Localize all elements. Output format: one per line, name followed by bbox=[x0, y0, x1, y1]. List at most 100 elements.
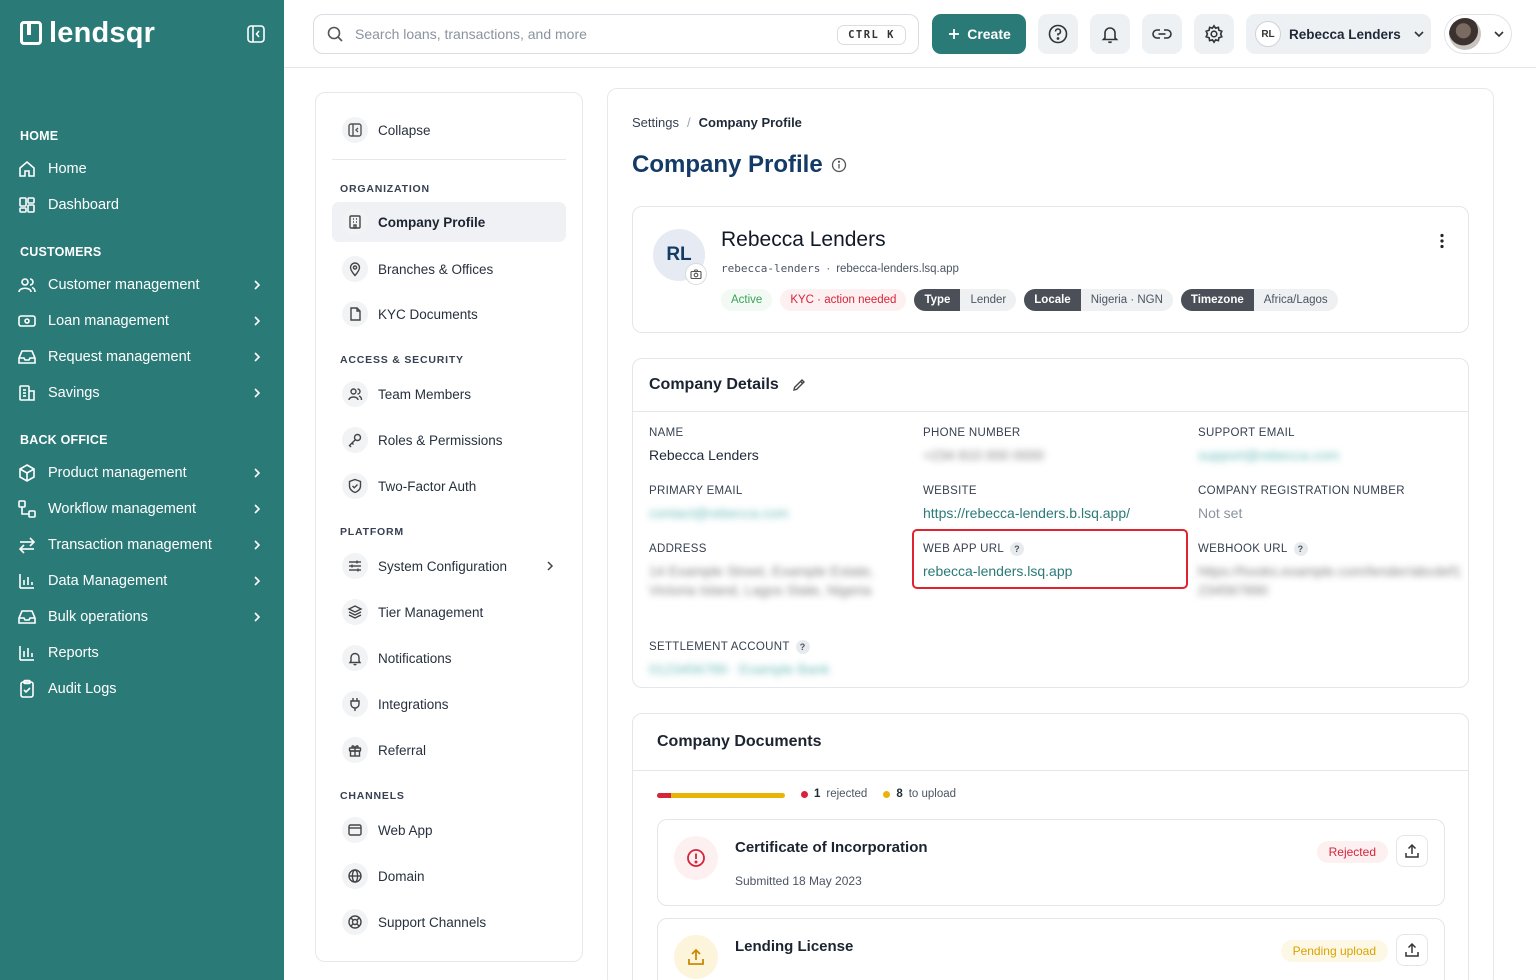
breadcrumb-settings-link[interactable]: Settings bbox=[632, 115, 679, 130]
field-registration-number: COMPANY REGISTRATION NUMBER Not set bbox=[1198, 483, 1458, 523]
settings-item-two-factor-auth[interactable]: Two-Factor Auth bbox=[332, 466, 566, 506]
settings-item-domain[interactable]: Domain bbox=[332, 856, 566, 896]
transfer-icon bbox=[16, 534, 38, 556]
settings-nav-label: Collapse bbox=[378, 122, 431, 138]
sidebar-item-transaction-management[interactable]: Transaction management bbox=[16, 529, 270, 561]
locale-badge-value: Nigeria · NGN bbox=[1080, 289, 1173, 311]
search-input[interactable]: Search loans, transactions, and more bbox=[355, 26, 587, 42]
sliders-icon bbox=[342, 553, 368, 579]
settings-item-web-app[interactable]: Web App bbox=[332, 810, 566, 850]
settings-item-kyc-documents[interactable]: KYC Documents bbox=[332, 294, 566, 334]
gear-icon bbox=[1204, 24, 1224, 44]
notifications-button[interactable] bbox=[1090, 14, 1130, 54]
website-link[interactable]: https://rebecca-lenders.b.lsq.app/ bbox=[923, 504, 1183, 523]
settings-nav-label: Two-Factor Auth bbox=[378, 478, 477, 494]
settings-item-company-profile[interactable]: Company Profile bbox=[332, 202, 566, 242]
dashboard-icon bbox=[16, 194, 38, 216]
settings-item-system-configuration[interactable]: System Configuration bbox=[332, 546, 566, 586]
sidebar-item-reports[interactable]: Reports bbox=[16, 637, 270, 669]
shield-icon bbox=[342, 473, 368, 499]
sidebar-item-data-management[interactable]: Data Management bbox=[16, 565, 270, 597]
settings-item-branches[interactable]: Branches & Offices bbox=[332, 249, 566, 289]
settings-item-integrations[interactable]: Integrations bbox=[332, 684, 566, 724]
company-details-header: Company Details bbox=[633, 359, 1468, 412]
profile-menu-button[interactable] bbox=[1444, 14, 1512, 54]
settings-item-roles-permissions[interactable]: Roles & Permissions bbox=[332, 420, 566, 460]
field-label-text: WEBHOOK URL bbox=[1198, 543, 1288, 555]
settings-nav-label: Support Channels bbox=[378, 914, 487, 930]
help-icon[interactable]: ? bbox=[795, 640, 810, 654]
breadcrumb: Settings / Company Profile bbox=[632, 115, 802, 130]
sidebar-item-request-management[interactable]: Request management bbox=[16, 341, 270, 373]
layers-icon bbox=[342, 599, 368, 625]
help-button[interactable] bbox=[1038, 14, 1078, 54]
gift-icon bbox=[342, 737, 368, 763]
users-icon bbox=[16, 274, 38, 296]
kyc-status-badge[interactable]: KYC · action needed bbox=[780, 289, 907, 311]
sidebar-section-back-office: BACK OFFICE bbox=[20, 433, 108, 447]
upload-button[interactable] bbox=[1396, 835, 1428, 867]
sidebar-item-home[interactable]: Home bbox=[16, 153, 270, 185]
organization-switcher[interactable]: RL Rebecca Lenders bbox=[1246, 14, 1431, 54]
chevron-right-icon bbox=[250, 574, 264, 588]
field-label: PHONE NUMBER bbox=[923, 427, 1021, 439]
field-value: Not set bbox=[1198, 505, 1243, 521]
documents-legend: 1 rejected 8 to upload bbox=[801, 788, 956, 800]
upload-button[interactable] bbox=[1396, 934, 1428, 966]
profile-card: RL Rebecca Lenders rebecca-lenders · reb… bbox=[632, 206, 1469, 333]
help-circle-icon bbox=[1047, 23, 1069, 45]
settings-item-notifications[interactable]: Notifications bbox=[332, 638, 566, 678]
sidebar-item-savings[interactable]: Savings bbox=[16, 377, 270, 409]
sidebar-item-label: Request management bbox=[48, 349, 191, 365]
settings-item-team-members[interactable]: Team Members bbox=[332, 374, 566, 414]
edit-pencil-icon[interactable] bbox=[791, 377, 807, 393]
field-value-redacted: contact@rebecca.com bbox=[649, 505, 789, 521]
logo-mark-icon bbox=[20, 21, 42, 45]
settings-section-channels: CHANNELS bbox=[340, 790, 405, 802]
avatar bbox=[1449, 18, 1481, 50]
sidebar-item-loan-management[interactable]: Loan management bbox=[16, 305, 270, 337]
settings-collapse-button[interactable]: Collapse bbox=[332, 110, 566, 150]
field-value: Rebecca Lenders bbox=[649, 447, 759, 463]
document-row[interactable]: Lending License Pending upload bbox=[657, 918, 1445, 980]
info-icon[interactable] bbox=[831, 157, 847, 173]
sidebar-item-bulk-operations[interactable]: Bulk operations bbox=[16, 601, 270, 633]
globe-icon bbox=[342, 863, 368, 889]
sidebar-item-workflow-management[interactable]: Workflow management bbox=[16, 493, 270, 525]
link-button[interactable] bbox=[1142, 14, 1182, 54]
sidebar-item-customer-management[interactable]: Customer management bbox=[16, 269, 270, 301]
upload-icon bbox=[1403, 941, 1421, 959]
sidebar-collapse-icon[interactable] bbox=[246, 24, 266, 44]
settings-item-referral[interactable]: Referral bbox=[332, 730, 566, 770]
inbox-icon bbox=[16, 346, 38, 368]
more-options-icon[interactable] bbox=[1440, 233, 1444, 249]
sidebar-item-label: Customer management bbox=[48, 277, 200, 293]
sidebar-item-product-management[interactable]: Product management bbox=[16, 457, 270, 489]
company-documents-card: Company Documents 1 rejected 8 to upload… bbox=[632, 713, 1469, 980]
plug-icon bbox=[342, 691, 368, 717]
sidebar-item-label: Savings bbox=[48, 385, 100, 401]
sidebar-item-dashboard[interactable]: Dashboard bbox=[16, 189, 270, 221]
field-value-redacted: https://hooks.example.com/lender/abcdef1… bbox=[1198, 563, 1462, 598]
field-primary-email: PRIMARY EMAIL contact@rebecca.com bbox=[649, 483, 909, 523]
settings-item-tier-management[interactable]: Tier Management bbox=[332, 592, 566, 632]
lendsqr-logo[interactable]: lendsqr bbox=[20, 16, 155, 50]
company-name: Rebecca Lenders bbox=[721, 228, 886, 251]
chevron-right-icon bbox=[544, 560, 556, 572]
pending-dot-icon bbox=[883, 790, 891, 798]
sidebar-item-audit-logs[interactable]: Audit Logs bbox=[16, 673, 270, 705]
settings-item-support-channels[interactable]: Support Channels bbox=[332, 902, 566, 942]
document-row[interactable]: Certificate of Incorporation Submitted 1… bbox=[657, 819, 1445, 906]
create-button[interactable]: Create bbox=[932, 14, 1026, 54]
company-documents-title: Company Documents bbox=[657, 733, 822, 750]
inbox-icon bbox=[16, 606, 38, 628]
change-logo-button[interactable] bbox=[685, 263, 707, 285]
company-details-card: Company Details NAME Rebecca Lenders PHO… bbox=[632, 358, 1469, 688]
settings-button[interactable] bbox=[1194, 14, 1234, 54]
help-icon[interactable]: ? bbox=[1293, 542, 1308, 556]
global-search[interactable]: Search loans, transactions, and more CTR… bbox=[313, 14, 919, 54]
document-title: Certificate of Incorporation bbox=[735, 839, 928, 856]
locale-badge-key: Locale bbox=[1024, 289, 1081, 311]
sidebar-item-label: Transaction management bbox=[48, 537, 212, 553]
chevron-right-icon bbox=[250, 314, 264, 328]
